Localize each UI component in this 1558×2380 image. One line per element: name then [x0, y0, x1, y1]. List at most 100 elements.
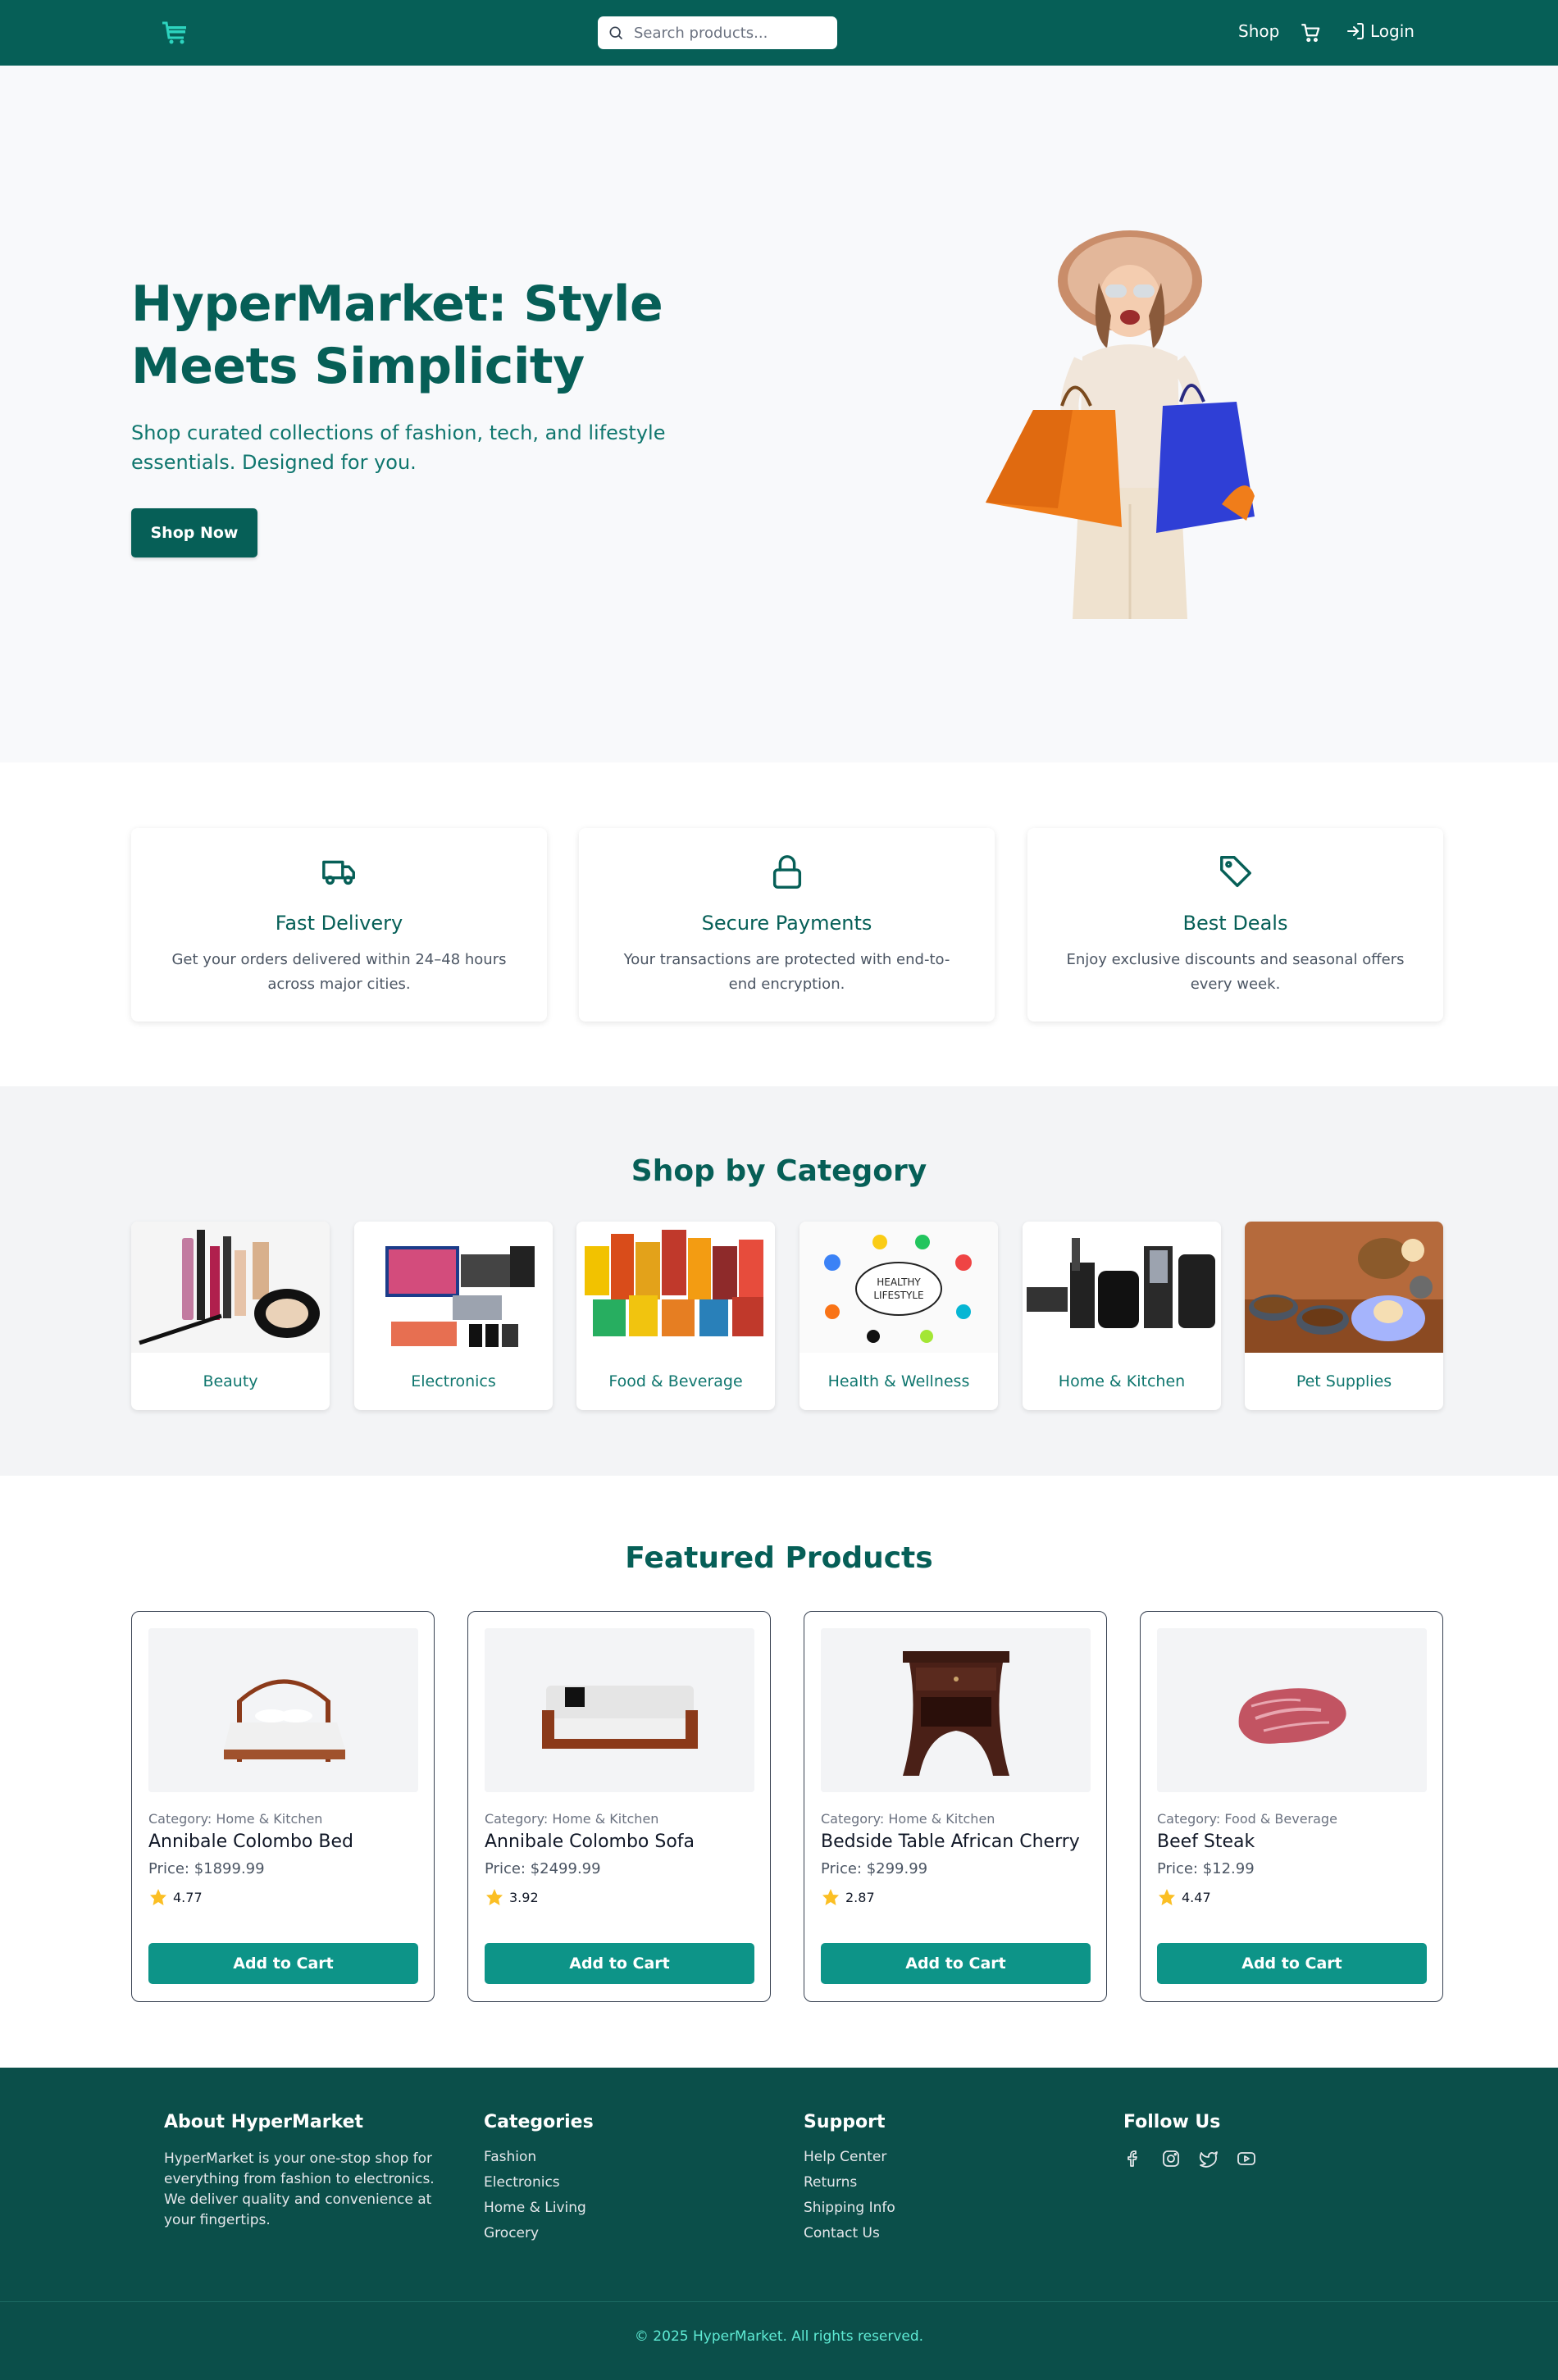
nav-shop-link[interactable]: Shop — [1238, 21, 1279, 41]
star-icon — [150, 1889, 166, 1905]
beauty-image — [131, 1222, 330, 1353]
star-icon — [486, 1889, 503, 1905]
product-image-sofa — [485, 1628, 754, 1792]
footer-divider — [0, 2301, 1558, 2302]
rating-value: 2.87 — [845, 1889, 875, 1905]
product-price: Price: $2499.99 — [485, 1860, 601, 1877]
footer-support: Support Help Center Returns Shipping Inf… — [804, 2112, 895, 2250]
footer-link-electronics[interactable]: Electronics — [484, 2174, 594, 2191]
login-label: Login — [1370, 21, 1414, 41]
footer: About HyperMarket HyperMarket is your on… — [0, 2068, 1558, 2380]
footer-link-help-center[interactable]: Help Center — [804, 2149, 895, 2165]
rating-value: 3.92 — [509, 1889, 539, 1905]
feature-title: Best Deals — [1182, 912, 1288, 935]
product-name[interactable]: Bedside Table African Cherry — [821, 1832, 1080, 1852]
footer-follow: Follow Us — [1123, 2112, 1256, 2168]
product-card: Category: Food & Beverage Beef Steak Pri… — [1140, 1611, 1443, 2002]
cart-icon[interactable] — [1301, 22, 1322, 43]
product-image-bed — [148, 1628, 418, 1792]
product-price: Price: $1899.99 — [148, 1860, 265, 1877]
footer-link-home-living[interactable]: Home & Living — [484, 2200, 594, 2216]
product-price: Price: $299.99 — [821, 1860, 928, 1877]
product-image-bedside-table — [821, 1628, 1091, 1792]
electronics-image — [354, 1222, 553, 1353]
twitter-icon[interactable] — [1199, 2149, 1219, 2168]
search-input[interactable] — [634, 22, 827, 43]
footer-follow-title: Follow Us — [1123, 2112, 1221, 2132]
category-label: Health & Wellness — [827, 1372, 970, 1390]
category-section-title: Shop by Category — [631, 1154, 927, 1188]
cart-logo-icon[interactable] — [161, 21, 189, 46]
feature-title: Secure Payments — [701, 912, 872, 935]
category-card-beauty[interactable]: Beauty — [131, 1222, 330, 1410]
footer-link-returns[interactable]: Returns — [804, 2174, 895, 2191]
product-card: Category: Home & Kitchen Annibale Colomb… — [131, 1611, 435, 2002]
svg-text:LIFESTYLE: LIFESTYLE — [873, 1290, 923, 1301]
product-category: Category: Food & Beverage — [1157, 1811, 1337, 1827]
hero-subtitle: Shop curated collections of fashion, tec… — [131, 421, 666, 474]
category-label: Pet Supplies — [1296, 1372, 1392, 1390]
product-card: Category: Home & Kitchen Bedside Table A… — [804, 1611, 1107, 2002]
feature-title: Fast Delivery — [275, 912, 403, 935]
product-name[interactable]: Annibale Colombo Bed — [148, 1832, 353, 1852]
footer-categories-title: Categories — [484, 2112, 594, 2132]
footer-link-shipping-info[interactable]: Shipping Info — [804, 2200, 895, 2216]
category-card-pet-supplies[interactable]: Pet Supplies — [1245, 1222, 1443, 1410]
category-card-home-kitchen[interactable]: Home & Kitchen — [1023, 1222, 1221, 1410]
hero-title: HyperMarket: Style Meets Simplicity — [131, 275, 663, 395]
facebook-icon[interactable] — [1123, 2149, 1143, 2168]
footer-support-title: Support — [804, 2112, 886, 2132]
featured-section: Featured Products Category: Home & Kitch… — [0, 1476, 1558, 2068]
footer-about-title: About HyperMarket — [164, 2112, 364, 2132]
truck-icon — [322, 860, 355, 885]
add-to-cart-button[interactable]: Add to Cart — [1157, 1943, 1427, 1984]
footer-categories: Categories Fashion Electronics Home & Li… — [484, 2112, 594, 2250]
shop-now-button[interactable]: Shop Now — [131, 508, 257, 557]
hero-section: HyperMarket: Style Meets Simplicity Shop… — [0, 66, 1558, 762]
search-box — [598, 16, 837, 49]
product-name[interactable]: Beef Steak — [1157, 1832, 1255, 1852]
product-image-beef-steak — [1157, 1628, 1427, 1792]
product-rating: 4.47 — [1157, 1887, 1211, 1907]
product-card: Category: Home & Kitchen Annibale Colomb… — [467, 1611, 771, 2002]
featured-section-title: Featured Products — [625, 1541, 933, 1575]
feature-card: Secure Payments Your transactions are pr… — [579, 828, 995, 1022]
product-rating: 3.92 — [485, 1887, 539, 1907]
copyright-text: © 2025 HyperMarket. All rights reserved. — [634, 2328, 924, 2345]
category-card-electronics[interactable]: Electronics — [354, 1222, 553, 1410]
footer-about: About HyperMarket HyperMarket is your on… — [164, 2112, 443, 2231]
add-to-cart-button[interactable]: Add to Cart — [148, 1943, 418, 1984]
category-card-health-wellness[interactable]: HEALTHY LIFESTYLE Health & Wellness — [800, 1222, 998, 1410]
category-label: Home & Kitchen — [1058, 1372, 1186, 1390]
instagram-icon[interactable] — [1161, 2149, 1181, 2168]
svg-text:HEALTHY: HEALTHY — [877, 1276, 921, 1288]
hero-shopper-image — [986, 230, 1255, 619]
product-category: Category: Home & Kitchen — [148, 1811, 323, 1827]
rating-value: 4.47 — [1182, 1889, 1211, 1905]
footer-link-contact-us[interactable]: Contact Us — [804, 2225, 895, 2241]
category-card-food-beverage[interactable]: Food & Beverage — [576, 1222, 775, 1410]
footer-link-fashion[interactable]: Fashion — [484, 2149, 594, 2165]
food-beverage-image — [576, 1222, 775, 1353]
search-icon — [609, 26, 623, 40]
youtube-icon[interactable] — [1237, 2149, 1256, 2168]
product-category: Category: Home & Kitchen — [485, 1811, 659, 1827]
rating-value: 4.77 — [173, 1889, 203, 1905]
feature-desc: Your transactions are protected with end… — [623, 951, 950, 993]
add-to-cart-button[interactable]: Add to Cart — [485, 1943, 754, 1984]
footer-link-grocery[interactable]: Grocery — [484, 2225, 594, 2241]
add-to-cart-button[interactable]: Add to Cart — [821, 1943, 1091, 1984]
feature-desc: Get your orders delivered within 24–48 h… — [171, 951, 507, 993]
pet-supplies-image — [1245, 1222, 1443, 1353]
category-section: Shop by Category Beauty Electronics Food… — [0, 1086, 1558, 1476]
login-button[interactable]: Login — [1346, 21, 1414, 41]
login-icon — [1347, 23, 1364, 39]
category-label: Electronics — [411, 1372, 496, 1390]
star-icon — [822, 1889, 839, 1905]
product-price: Price: $12.99 — [1157, 1860, 1255, 1877]
feature-card: Fast Delivery Get your orders delivered … — [131, 828, 547, 1022]
product-rating: 4.77 — [148, 1887, 203, 1907]
product-category: Category: Home & Kitchen — [821, 1811, 995, 1827]
navbar: Shop Login — [0, 0, 1558, 66]
product-name[interactable]: Annibale Colombo Sofa — [485, 1832, 695, 1852]
